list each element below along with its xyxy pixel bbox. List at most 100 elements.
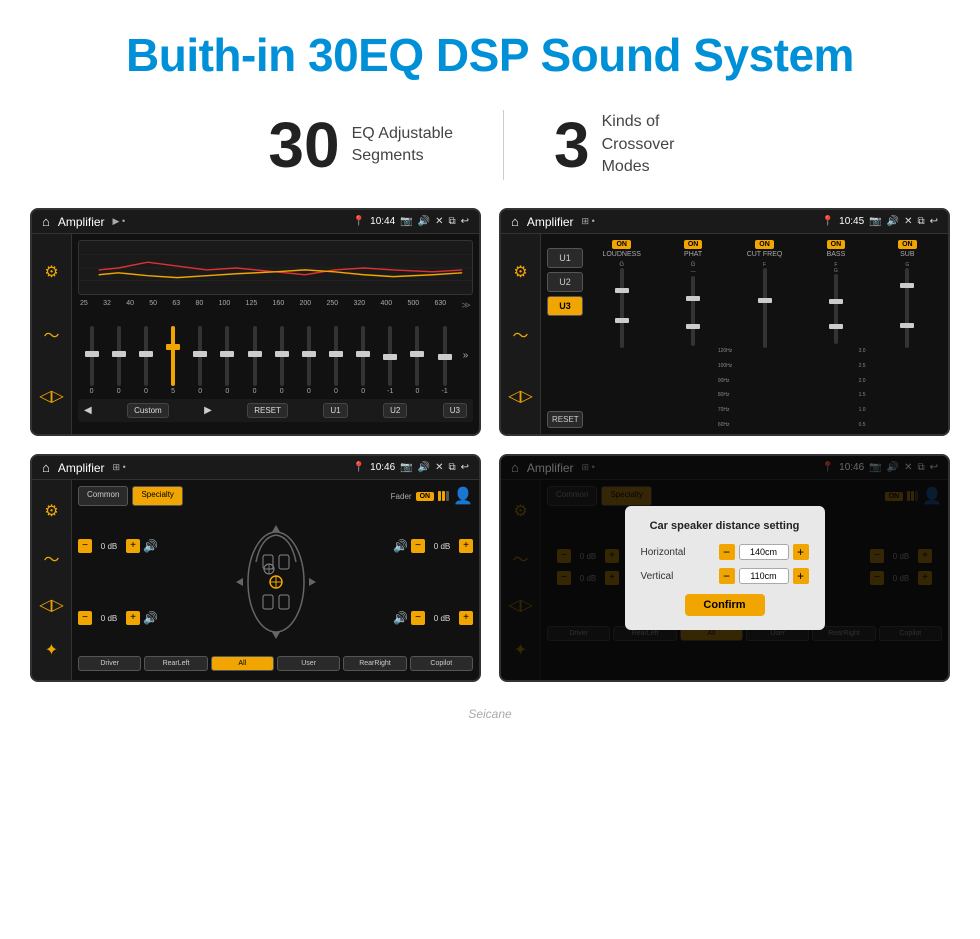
sp-fl-plus[interactable]: + — [126, 539, 140, 553]
sp-app-title: Amplifier — [58, 461, 105, 475]
sp-bt-icon[interactable]: ✦ — [45, 640, 58, 660]
sp-fr-minus[interactable]: − — [411, 539, 425, 553]
eq-slider-4: 0 — [191, 326, 209, 395]
eq-u1-btn[interactable]: U1 — [323, 403, 347, 418]
sp-vol-icon: 🔊 — [418, 462, 430, 473]
sp-driver-btn[interactable]: Driver — [78, 656, 141, 671]
sp-rr-minus[interactable]: − — [411, 611, 425, 625]
cx-icons: ⊞ • — [582, 216, 595, 227]
watermark: Seicane — [0, 702, 980, 731]
cx-time: 10:45 — [839, 216, 864, 227]
sp-rr-icon: 🔊 — [393, 611, 408, 625]
cx-filter-icon[interactable]: ⚙ — [513, 262, 527, 282]
screens-grid: ⌂ Amplifier ▶ • 📍 10:44 📷 🔊 ✕ ⧉ ↩ ⚙ 〜 ◁▷ — [0, 208, 980, 702]
cx-phat-toggle[interactable]: ON — [684, 240, 703, 249]
eq-vol-icon: 🔊 — [418, 216, 430, 227]
cx-cutfreq-toggle[interactable]: ON — [755, 240, 774, 249]
sp-copilot-btn[interactable]: Copilot — [410, 656, 473, 671]
cx-bass-label: BASS — [827, 251, 846, 258]
dialog-title: Car speaker distance setting — [641, 520, 809, 532]
eq-back-icon: ↩ — [461, 216, 469, 227]
cx-main-panel: U1 U2 U3 RESET ON LOUDNESS — [541, 234, 948, 434]
cx-vol-side-icon[interactable]: ◁▷ — [508, 386, 533, 406]
eq-reset-btn[interactable]: RESET — [247, 403, 288, 418]
eq-u3-btn[interactable]: U3 — [443, 403, 467, 418]
eq-play-btn[interactable]: ▶ — [204, 405, 212, 416]
eq-vol-side-icon[interactable]: ◁▷ — [39, 386, 64, 406]
eq-wave-icon[interactable]: 〜 — [43, 322, 59, 346]
cx-sub-toggle[interactable]: ON — [898, 240, 917, 249]
cx-wave-icon[interactable]: 〜 — [512, 322, 528, 346]
sp-win-icon: ⧉ — [448, 462, 455, 473]
eq-custom-btn[interactable]: Custom — [127, 403, 169, 418]
sp-rl-plus[interactable]: + — [126, 611, 140, 625]
cx-sub-label: SUB — [900, 251, 914, 258]
dialog-horizontal-ctrl: − 140cm + — [719, 544, 809, 560]
dialog-vertical-label: Vertical — [641, 571, 674, 582]
eq-chart — [78, 240, 473, 295]
dialog-horizontal-value: 140cm — [739, 544, 789, 560]
sp-x-icon: ✕ — [435, 462, 443, 473]
sp-fr-plus[interactable]: + — [459, 539, 473, 553]
eq-slider-0: 0 — [83, 326, 101, 395]
eq-slider-2: 0 — [137, 326, 155, 395]
dialog-horizontal-row: Horizontal − 140cm + — [641, 544, 809, 560]
eq-filter-icon[interactable]: ⚙ — [44, 262, 58, 282]
cx-win-icon: ⧉ — [917, 216, 924, 227]
cx-app-title: Amplifier — [527, 215, 574, 229]
eq-bottom-controls: ◀ Custom ▶ RESET U1 U2 U3 — [78, 399, 473, 422]
fader-bars — [438, 491, 449, 501]
sp-bottom-btns: Driver RearLeft All User RearRight Copil… — [78, 656, 473, 671]
cx-cutfreq-label: CUT FREQ — [747, 251, 783, 258]
status-bar-eq: ⌂ Amplifier ▶ • 📍 10:44 📷 🔊 ✕ ⧉ ↩ — [32, 210, 479, 234]
sp-fl-minus[interactable]: − — [78, 539, 92, 553]
dialog-vertical-plus[interactable]: + — [793, 568, 809, 584]
sp-rearright-btn[interactable]: RearRight — [343, 656, 406, 671]
stat-eq: 30 EQ AdjustableSegments — [218, 113, 503, 177]
eq-sliders: 0 0 0 5 0 — [78, 315, 473, 395]
cx-u3-btn[interactable]: U3 — [547, 296, 583, 316]
sp-common-btn[interactable]: Common — [78, 486, 128, 506]
eq-slider-10: 0 — [354, 326, 372, 395]
sp-all-btn[interactable]: All — [211, 656, 274, 671]
eq-freq-labels: 2532405063 80100125160200 25032040050063… — [78, 300, 473, 311]
sp-user-icon[interactable]: 👤 — [453, 486, 473, 506]
sp-specialty-btn[interactable]: Specialty — [132, 486, 182, 506]
dialog-screen: ⌂ Amplifier ⊞ • 📍 10:46 📷 🔊 ✕ ⧉ ↩ ⚙ 〜 ◁▷… — [499, 454, 950, 682]
sp-rearleft-btn[interactable]: RearLeft — [144, 656, 207, 671]
cx-u2-btn[interactable]: U2 — [547, 272, 583, 292]
sp-user-preset-btn[interactable]: User — [277, 656, 340, 671]
eq-slider-11: -1 — [381, 326, 399, 395]
cx-x-icon: ✕ — [904, 216, 912, 227]
dialog-confirm-button[interactable]: Confirm — [685, 594, 765, 616]
home-icon: ⌂ — [42, 214, 50, 229]
dialog-horizontal-plus[interactable]: + — [793, 544, 809, 560]
sp-filter-icon[interactable]: ⚙ — [44, 501, 58, 521]
cx-reset-btn[interactable]: RESET — [547, 411, 583, 428]
sp-right-col: 🔊 − 0 dB + 🔊 − 0 dB + — [393, 512, 473, 652]
eq-u2-btn[interactable]: U2 — [383, 403, 407, 418]
cx-home-icon: ⌂ — [511, 214, 519, 229]
fader-toggle[interactable]: ON — [416, 492, 435, 501]
eq-more-arrow[interactable]: » — [463, 350, 469, 361]
sp-rr-plus[interactable]: + — [459, 611, 473, 625]
eq-back-btn[interactable]: ◀ — [84, 405, 92, 416]
cx-cam-icon: 📷 — [869, 216, 881, 227]
sp-top-btns: Common Specialty Fader ON 👤 — [78, 486, 473, 506]
cx-loudness-label: LOUDNESS — [602, 251, 641, 258]
sp-wave-icon[interactable]: 〜 — [43, 546, 59, 570]
eq-slider-8: 0 — [300, 326, 318, 395]
cx-bass-toggle[interactable]: ON — [827, 240, 846, 249]
fader-bar-1 — [438, 491, 441, 501]
sp-vol-side-icon[interactable]: ◁▷ — [39, 595, 64, 615]
sp-fl-val: 0 dB — [95, 542, 123, 551]
dialog-vertical-value: 110cm — [739, 568, 789, 584]
cx-loudness-toggle[interactable]: ON — [612, 240, 631, 249]
dialog-vertical-minus[interactable]: − — [719, 568, 735, 584]
cx-u1-btn[interactable]: U1 — [547, 248, 583, 268]
page-title: Buith-in 30EQ DSP Sound System — [20, 28, 960, 82]
sp-rl-minus[interactable]: − — [78, 611, 92, 625]
dialog-horizontal-minus[interactable]: − — [719, 544, 735, 560]
sp-fr-ctrl: 🔊 − 0 dB + — [393, 539, 473, 553]
crossover-screen: ⌂ Amplifier ⊞ • 📍 10:45 📷 🔊 ✕ ⧉ ↩ ⚙ 〜 ◁▷ — [499, 208, 950, 436]
